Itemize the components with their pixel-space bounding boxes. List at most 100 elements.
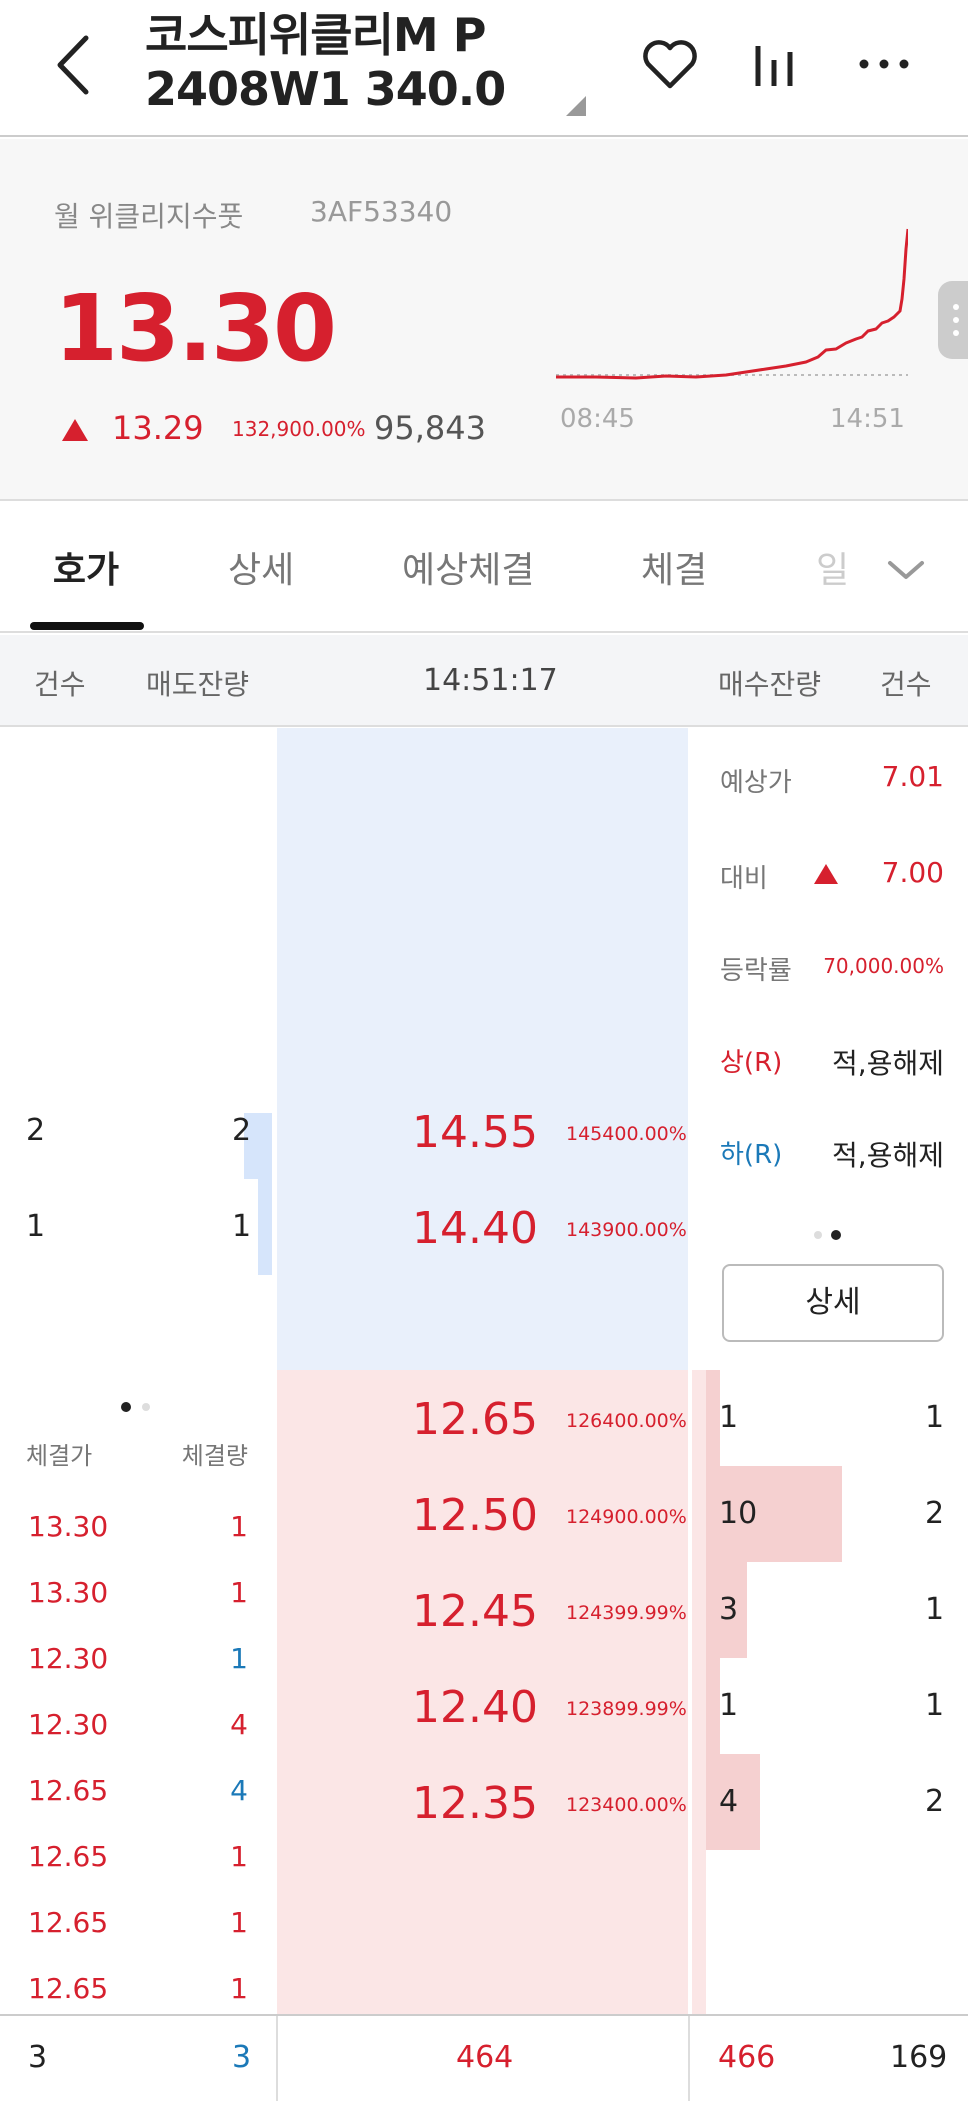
orderbook-time: 14:51:17 [423, 663, 558, 698]
bid-row[interactable]: 12.35 123400.00% 4 2 [277, 1754, 968, 1850]
bid-rate: 126400.00% [566, 1410, 687, 1432]
expected-rate-value: 70,000.00% [823, 954, 944, 978]
price-change: 13.29 [112, 409, 204, 447]
trade-price: 12.65 [28, 1972, 109, 2005]
trade-price: 12.30 [28, 1642, 109, 1675]
expected-price-value: 7.01 [881, 760, 944, 793]
title-dropdown-icon[interactable] [566, 96, 586, 116]
trade-row: 12.65 1 [0, 1962, 272, 2022]
bid-price[interactable]: 12.35 [412, 1778, 538, 1829]
expected-price-label: 예상가 [720, 768, 792, 798]
title-line-2: 2408W1 340.0 [145, 62, 506, 116]
bid-rate: 123899.99% [566, 1698, 687, 1720]
trade-row: 12.30 4 [0, 1698, 272, 1758]
trade-row: 13.30 1 [0, 1566, 272, 1626]
expected-panel: 예상가 7.01 대비 7.00 등락률 70,000.00% 상(R) 적,용… [690, 728, 968, 1370]
upper-limit-label: 상(R) [720, 1048, 783, 1078]
bid-price[interactable]: 12.45 [412, 1586, 538, 1637]
detail-button[interactable]: 상세 [722, 1264, 944, 1342]
ask-count: 2 [26, 1113, 46, 1148]
trade-price: 12.65 [28, 1840, 109, 1873]
price-change-rate: 132,900.00% [232, 417, 366, 441]
product-category: 월 위클리지수풋 [54, 200, 244, 233]
lower-limit-label: 하(R) [720, 1140, 783, 1170]
ask-count-header: 건수 [34, 668, 86, 701]
ask-qty: 1 [232, 1209, 252, 1244]
bid-count: 2 [925, 1784, 945, 1819]
bid-qty: 4 [719, 1784, 739, 1819]
bid-price[interactable]: 12.50 [412, 1490, 538, 1541]
orderbook-header: 건수 매도잔량 14:51:17 매수잔량 건수 [0, 635, 968, 727]
bid-qty: 1 [719, 1400, 739, 1435]
trade-qty: 1 [230, 1972, 248, 2005]
trade-price: 12.65 [28, 1906, 109, 1939]
total-ask-qty: 3 [232, 2040, 252, 2075]
tab-expected-fill[interactable]: 예상체결 [402, 541, 534, 593]
total-ask-count: 3 [28, 2040, 48, 2075]
expected-rate-label: 등락률 [720, 956, 792, 986]
trade-row: 12.65 1 [0, 1830, 272, 1890]
trade-qty: 1 [230, 1906, 248, 1939]
tab-bar: 호가 상세 예상체결 체결 일 [0, 501, 968, 633]
upper-limit-value: 적,용해제 [832, 1047, 944, 1080]
bid-row[interactable]: 12.40 123899.99% 1 1 [277, 1658, 968, 1754]
chart-icon[interactable] [752, 38, 798, 90]
bid-price[interactable]: 12.40 [412, 1682, 538, 1733]
tab-daily[interactable]: 일 [816, 541, 849, 593]
sparkline-end-time: 14:51 [830, 404, 905, 434]
ask-qty-bar [258, 1179, 272, 1275]
side-drawer-handle[interactable] [938, 281, 968, 359]
intraday-sparkline [556, 219, 910, 391]
bid-count: 1 [925, 1688, 945, 1723]
tabs-expand-chevron-icon[interactable] [884, 555, 928, 585]
footer-divider-right [688, 2016, 690, 2101]
back-icon[interactable] [50, 30, 100, 100]
up-triangle-icon [62, 419, 88, 441]
bid-qty-header: 매수잔량 [718, 668, 822, 701]
trade-price: 12.30 [28, 1708, 109, 1741]
trade-qty: 1 [230, 1840, 248, 1873]
bid-price[interactable]: 12.65 [412, 1394, 538, 1445]
bid-qty: 1 [719, 1688, 739, 1723]
bid-count: 2 [925, 1496, 945, 1531]
total-bid-count: 169 [890, 2040, 948, 2075]
footer-divider-left [276, 2016, 278, 2101]
trade-qty: 1 [230, 1576, 248, 1609]
bid-row[interactable]: 12.45 124399.99% 3 1 [277, 1562, 968, 1658]
total-ask-residual: 464 [456, 2040, 514, 2075]
trade-row: 12.65 4 [0, 1764, 272, 1824]
sparkline-start-time: 08:45 [560, 404, 635, 434]
trade-volume: 95,843 [374, 409, 486, 447]
lower-limit-value: 적,용해제 [832, 1139, 944, 1172]
trade-row: 12.30 1 [0, 1632, 272, 1692]
trade-price: 12.65 [28, 1774, 109, 1807]
ask-rate: 143900.00% [566, 1219, 687, 1241]
ask-price[interactable]: 14.55 [412, 1107, 538, 1158]
trade-row: 12.65 1 [0, 1896, 272, 1956]
trade-qty: 4 [230, 1708, 248, 1741]
panel-page-dots [812, 1226, 846, 1240]
ask-row[interactable]: 1 1 14.40 143900.00% [0, 1179, 690, 1275]
bid-row[interactable]: 12.50 124900.00% 10 2 [277, 1466, 968, 1562]
expected-diff-value: 7.00 [881, 856, 944, 889]
price-info-panel: 월 위클리지수풋 3AF53340 13.30 13.29 132,900.00… [0, 139, 968, 501]
bid-qty: 10 [719, 1496, 758, 1531]
bid-row[interactable]: 12.65 126400.00% 1 1 [277, 1370, 968, 1466]
expected-diff-label: 대비 [720, 864, 768, 894]
totals-footer: 3 3 464 466 169 [0, 2014, 968, 2101]
ask-row[interactable]: 2 2 14.55 145400.00% [0, 1083, 690, 1179]
ask-price[interactable]: 14.40 [412, 1203, 538, 1254]
tab-detail[interactable]: 상세 [228, 541, 294, 593]
tab-orderbook[interactable]: 호가 [30, 541, 142, 593]
ask-count: 1 [26, 1209, 46, 1244]
tab-trades[interactable]: 체결 [641, 541, 707, 593]
heart-icon[interactable] [640, 36, 700, 92]
header-bar: 코스피위클리M P 2408W1 340.0 [0, 0, 968, 137]
ask-qty: 2 [232, 1113, 252, 1148]
ask-qty-header: 매도잔량 [146, 668, 250, 701]
trade-row: 13.30 1 [0, 1500, 272, 1560]
trade-qty: 4 [230, 1774, 248, 1807]
more-icon[interactable] [858, 56, 910, 70]
tab-orderbook-indicator [30, 622, 144, 630]
bid-count: 1 [925, 1592, 945, 1627]
